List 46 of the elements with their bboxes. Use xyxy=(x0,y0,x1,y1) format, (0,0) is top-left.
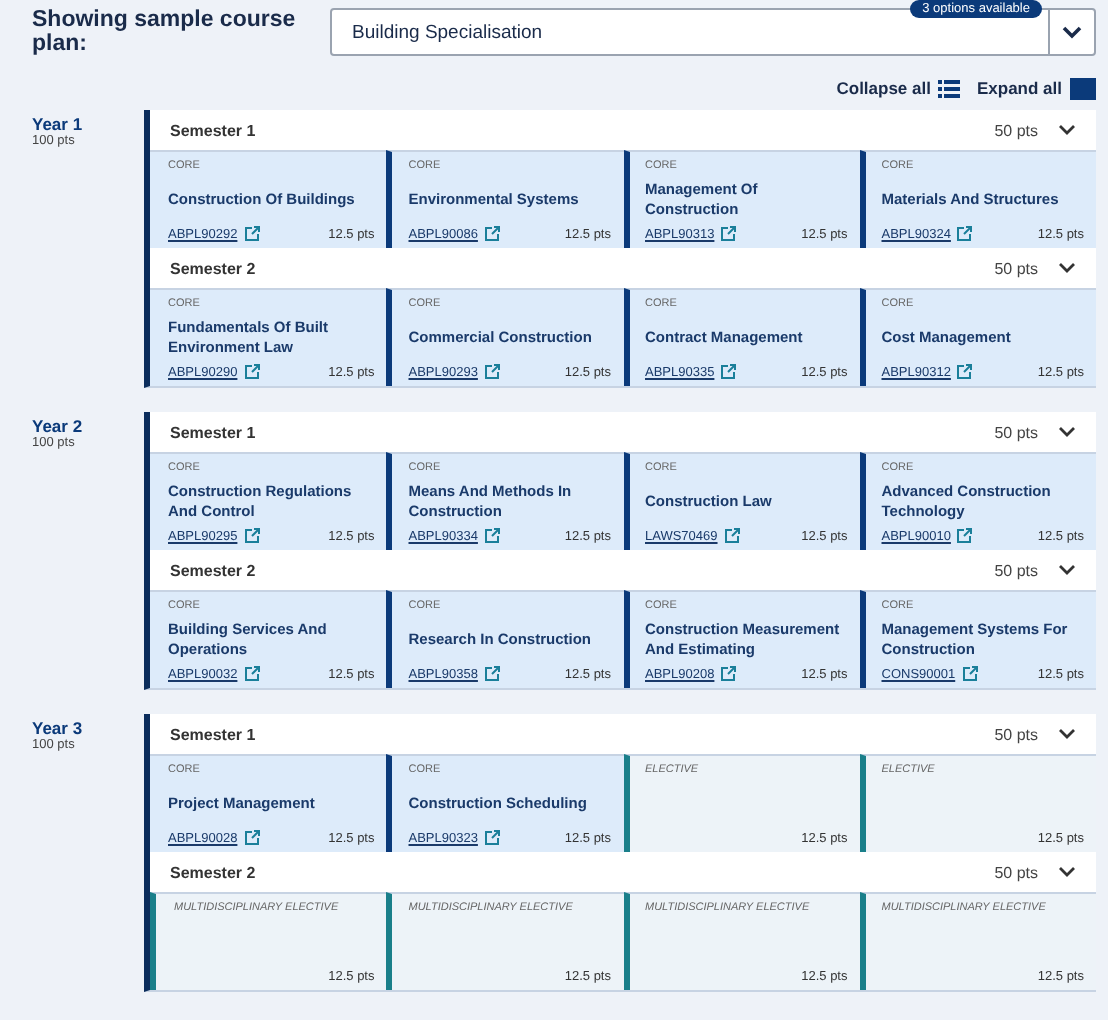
dropdown-value: Building Specialisation xyxy=(350,21,545,43)
external-link-icon[interactable] xyxy=(483,226,500,242)
year-title: Year 2 xyxy=(32,416,85,436)
semester-points: 50 pts xyxy=(994,259,1038,277)
external-link-icon[interactable] xyxy=(720,226,737,242)
external-link-icon[interactable] xyxy=(243,830,260,846)
chevron-down-icon[interactable] xyxy=(1058,866,1076,878)
external-link-icon[interactable] xyxy=(956,226,973,242)
external-link-icon[interactable] xyxy=(956,528,973,544)
chevron-down-icon[interactable] xyxy=(1058,728,1076,740)
year-title: Year 1 xyxy=(32,114,85,134)
semester-title: Semester 1 xyxy=(170,423,258,441)
semester-title: Semester 2 xyxy=(170,259,258,277)
semester-points: 50 pts xyxy=(994,423,1038,441)
external-link-icon[interactable] xyxy=(243,666,260,682)
semester-points: 50 pts xyxy=(994,725,1038,743)
semester-points: 50 pts xyxy=(994,863,1038,881)
semester-points: 50 pts xyxy=(994,561,1038,579)
year-title: Year 3 xyxy=(32,718,85,738)
external-link-icon[interactable] xyxy=(483,830,500,846)
chevron-down-icon[interactable] xyxy=(1058,564,1076,576)
expand-all-button[interactable]: Expand all xyxy=(976,72,1096,104)
semester-title: Semester 2 xyxy=(170,863,258,881)
external-link-icon[interactable] xyxy=(720,666,737,682)
external-link-icon[interactable] xyxy=(956,364,973,380)
external-link-icon[interactable] xyxy=(483,528,500,544)
external-link-icon[interactable] xyxy=(723,528,740,544)
semester-points: 50 pts xyxy=(994,121,1038,139)
external-link-icon[interactable] xyxy=(483,666,500,682)
chevron-down-icon[interactable] xyxy=(1058,124,1076,136)
chevron-down-icon xyxy=(1062,25,1082,39)
chevron-down-icon[interactable] xyxy=(1058,262,1076,274)
square-icon xyxy=(1070,77,1096,99)
semester-title: Semester 2 xyxy=(170,561,258,579)
external-link-icon[interactable] xyxy=(483,364,500,380)
external-link-icon[interactable] xyxy=(243,226,260,242)
semester-title: Semester 1 xyxy=(170,121,258,139)
plan-label: Showing sample course plan: xyxy=(32,8,298,56)
collapse-all-button[interactable]: Collapse all xyxy=(836,72,961,104)
semester-title: Semester 1 xyxy=(170,725,258,743)
external-link-icon[interactable] xyxy=(243,528,260,544)
external-link-icon[interactable] xyxy=(961,666,978,682)
list-icon xyxy=(938,79,961,97)
external-link-icon[interactable] xyxy=(720,364,737,380)
external-link-icon[interactable] xyxy=(243,364,260,380)
chevron-down-icon[interactable] xyxy=(1058,426,1076,438)
